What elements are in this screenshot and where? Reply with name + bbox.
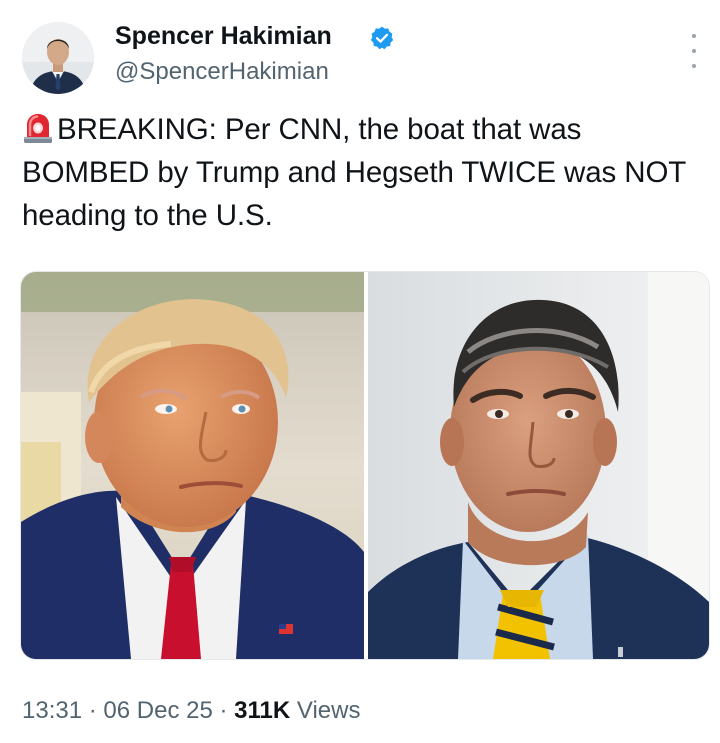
- meta-separator: ·: [88, 697, 97, 724]
- more-options-button[interactable]: [680, 34, 708, 68]
- tweet-text: BREAKING: Per CNN, the boat that was BOM…: [22, 108, 702, 237]
- avatar-image: [22, 22, 94, 94]
- tweet-body: BREAKING: Per CNN, the boat that was BOM…: [22, 113, 686, 232]
- views-count: 311K: [234, 697, 291, 724]
- tweet-date[interactable]: 06 Dec 25: [103, 697, 212, 724]
- tweet-meta: 13:31 · 06 Dec 25 · 311K Views: [22, 697, 360, 725]
- media-photo-left[interactable]: [21, 272, 364, 659]
- more-dot-icon: [692, 34, 696, 38]
- media-photo-right[interactable]: [368, 272, 709, 659]
- more-dot-icon: [692, 49, 696, 53]
- photo-portrait-right: [368, 272, 709, 659]
- photo-portrait-left: [21, 272, 364, 659]
- tweet-time[interactable]: 13:31: [22, 697, 82, 724]
- views-label: Views: [296, 697, 361, 724]
- avatar[interactable]: [22, 22, 94, 94]
- more-dot-icon: [692, 64, 696, 68]
- author-handle[interactable]: @SpencerHakimian: [115, 58, 329, 86]
- tweet-card: Spencer Hakimian @SpencerHakimian BREAKI…: [0, 0, 720, 743]
- siren-icon: [22, 111, 54, 144]
- verified-badge-icon: [369, 25, 395, 51]
- meta-separator: ·: [219, 697, 228, 724]
- media-grid[interactable]: [20, 271, 710, 660]
- author-name[interactable]: Spencer Hakimian: [115, 22, 332, 51]
